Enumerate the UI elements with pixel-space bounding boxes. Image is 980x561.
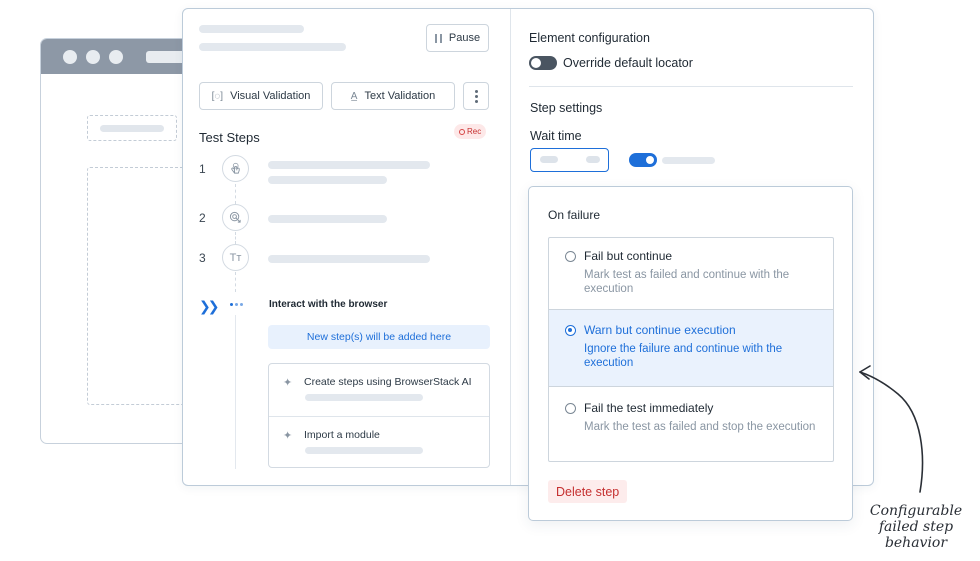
more-options-button[interactable] <box>463 82 489 110</box>
option-skeleton <box>305 394 423 401</box>
pause-label: Pause <box>448 32 481 44</box>
radio-button[interactable] <box>565 403 576 414</box>
import-module-option[interactable]: ✦ Import a module <box>269 416 489 468</box>
failure-behavior-options: Fail but continue Mark test as failed an… <box>548 237 834 462</box>
element-configuration-title: Element configuration <box>529 31 650 45</box>
step-skeleton <box>268 215 387 223</box>
toggle-label-skeleton <box>662 157 715 164</box>
interact-with-browser-label: Interact with the browser <box>269 299 388 310</box>
subtitle-skeleton <box>199 43 346 51</box>
step-skeleton <box>268 176 387 184</box>
choice-description: Ignore the failure and continue with the… <box>584 343 783 369</box>
annotation-line: failed step <box>878 519 954 535</box>
step-settings-title: Step settings <box>530 101 603 115</box>
input-skeleton <box>586 156 600 163</box>
create-steps-ai-option[interactable]: ✦ Create steps using BrowserStack AI <box>269 364 489 416</box>
visual-validation-label: Visual Validation <box>230 90 311 102</box>
override-locator-label: Override default locator <box>563 56 693 70</box>
wait-time-input[interactable] <box>530 148 609 172</box>
page-content-placeholder <box>87 167 197 405</box>
text-icon[interactable]: Tт <box>222 244 249 271</box>
pause-button[interactable]: Pause <box>426 24 489 52</box>
annotation-line: behavior <box>884 535 948 551</box>
choice-title: Fail the test immediately <box>584 401 714 415</box>
step-connector <box>235 184 236 204</box>
kebab-menu-icon <box>474 89 478 93</box>
override-locator-toggle[interactable] <box>529 56 557 70</box>
step-number: 2 <box>199 211 206 225</box>
page-element-placeholder <box>87 115 177 141</box>
wait-time-label: Wait time <box>530 129 582 143</box>
click-icon[interactable] <box>222 204 249 231</box>
visual-validation-button[interactable]: [◌] Visual Validation <box>199 82 323 110</box>
visual-validation-icon: [◌] <box>211 90 224 102</box>
on-failure-title: On failure <box>548 208 601 222</box>
delete-step-button[interactable]: Delete step <box>548 480 628 503</box>
recording-badge: Rec <box>454 124 487 139</box>
current-step-chevron-icon: ❯❯ <box>199 298 220 314</box>
annotation-callout: Configurable failed step behavior <box>860 503 972 551</box>
choice-title: Fail but continue <box>584 249 673 263</box>
window-control-dot <box>86 49 100 64</box>
test-steps-title: Test Steps <box>199 130 260 145</box>
text-icon-glyph: Tт <box>229 251 242 264</box>
delete-step-label: Delete step <box>556 484 620 499</box>
radio-button-selected[interactable] <box>565 325 576 336</box>
window-control-dot <box>109 49 123 64</box>
on-failure-panel: On failure Fail but continue Mark test a… <box>528 186 853 521</box>
step-connector <box>235 272 236 292</box>
annotation-arrow-icon <box>859 365 924 493</box>
step-connector <box>235 232 236 244</box>
window-control-dot <box>63 49 77 64</box>
title-skeleton <box>199 25 304 33</box>
in-progress-icon <box>230 303 243 306</box>
choice-description: Mark the test as failed and stop the exe… <box>584 421 816 433</box>
address-bar-placeholder <box>146 50 186 63</box>
fail-immediately-option[interactable]: Fail the test immediately Mark the test … <box>549 387 833 461</box>
choice-title: Warn but continue execution <box>584 323 736 337</box>
record-icon <box>459 128 465 135</box>
text-validation-icon: A̲ <box>350 90 358 102</box>
fail-but-continue-option[interactable]: Fail but continue Mark test as failed an… <box>549 238 833 309</box>
touch-icon[interactable] <box>222 155 249 182</box>
import-module-label: Import a module <box>304 429 380 441</box>
text-validation-button[interactable]: A̲ Text Validation <box>331 82 455 110</box>
step-skeleton <box>268 255 430 263</box>
sparkle-icon: ✦ <box>283 430 293 442</box>
step-number: 1 <box>199 162 206 176</box>
test-steps-pane: Pause [◌] Visual Validation A̲ Text Vali… <box>183 9 511 485</box>
pause-icon <box>434 33 442 43</box>
text-validation-label: Text Validation <box>364 90 436 102</box>
wait-time-toggle[interactable] <box>629 153 657 167</box>
step-skeleton <box>268 161 430 169</box>
recording-badge-label: Rec <box>467 127 482 136</box>
new-step-hint: New step(s) will be added here <box>306 331 452 343</box>
new-step-dropzone: New step(s) will be added here <box>268 325 490 349</box>
input-skeleton <box>540 156 558 163</box>
annotation-line: Configurable <box>869 503 963 519</box>
step-number: 3 <box>199 251 206 265</box>
create-steps-ai-label: Create steps using BrowserStack AI <box>304 376 472 388</box>
option-skeleton <box>305 447 423 454</box>
warn-but-continue-option[interactable]: Warn but continue execution Ignore the f… <box>549 309 833 387</box>
section-divider <box>529 86 853 87</box>
step-connector <box>235 315 236 469</box>
sparkle-icon: ✦ <box>283 377 293 389</box>
add-step-options: ✦ Create steps using BrowserStack AI ✦ I… <box>268 363 490 468</box>
choice-description: Mark test as failed and continue with th… <box>584 269 790 295</box>
radio-button[interactable] <box>565 251 576 262</box>
